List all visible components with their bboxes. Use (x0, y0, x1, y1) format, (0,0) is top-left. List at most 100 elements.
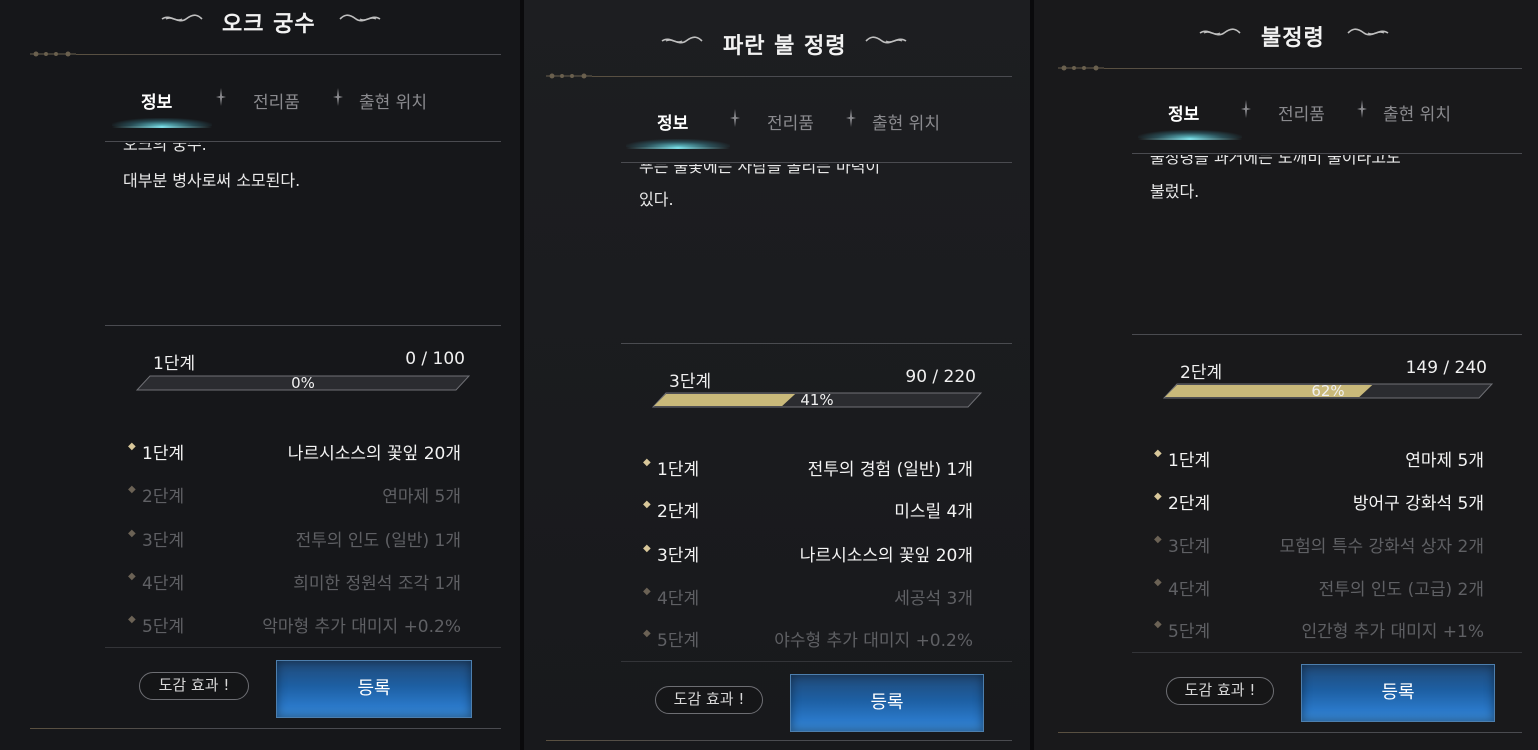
reward-item: 희미한 정원석 조각 1개 (293, 574, 461, 594)
reward-row: ◆ 4단계 세공석 3개 (643, 584, 973, 609)
tab-separator-icon (333, 88, 343, 106)
reward-row: ◆ 5단계 악마형 추가 대미지 +0.2% (128, 612, 461, 637)
reward-stage: 1단계 (142, 444, 185, 464)
reward-row: ◆ 4단계 희미한 정원석 조각 1개 (128, 569, 461, 594)
progress-count: 149 / 240 (1405, 358, 1487, 378)
reward-diamond-icon: ◆ (1154, 577, 1162, 588)
reward-diamond-icon: ◆ (128, 484, 136, 495)
description-clipped-line: 푸는 불꽃에는 사람을 올리는 마력이 (639, 164, 881, 176)
reward-diamond-icon: ◆ (643, 628, 651, 639)
tab-loot[interactable]: 전리품 (767, 109, 814, 134)
reward-row: ◆ 2단계 미스릴 4개 (643, 497, 973, 522)
monster-title: 오크 궁수 (222, 12, 316, 37)
reward-row: ◆ 3단계 모험의 특수 강화석 상자 2개 (1154, 532, 1484, 557)
reward-item: 모험의 특수 강화석 상자 2개 (1279, 537, 1484, 557)
reward-row: ◆ 3단계 나르시소스의 꽃잎 20개 (643, 541, 973, 566)
monster-title: 파란 불 정령 (723, 34, 847, 59)
reward-item: 인간형 추가 대미지 +1% (1301, 622, 1484, 642)
reward-item: 전투의 인도 (고급) 2개 (1318, 580, 1484, 600)
tab-info[interactable]: 정보 (657, 109, 688, 134)
tab-location[interactable]: 출현 위치 (872, 109, 940, 134)
reward-diamond-icon: ◆ (643, 499, 651, 510)
collection-effect-button[interactable]: 도감 효과 ! (655, 686, 763, 714)
header-divider (76, 54, 501, 55)
current-stage: 3단계 (669, 372, 712, 392)
progress-bar: 0% (136, 375, 470, 391)
reward-row: ◆ 5단계 야수형 추가 대미지 +0.2% (643, 626, 973, 651)
reward-stage: 1단계 (657, 460, 700, 480)
reward-stage: 2단계 (1168, 494, 1211, 514)
reward-stage: 2단계 (142, 487, 185, 507)
reward-item: 악마형 추가 대미지 +0.2% (262, 617, 461, 637)
rule-ornament-icon (546, 73, 592, 79)
description-box: 오크의 궁수. 대부분 병사로써 소모된다. (123, 143, 483, 323)
title-ornament-right-icon (339, 14, 381, 22)
reward-stage: 1단계 (1168, 451, 1211, 471)
reward-stage: 4단계 (142, 574, 185, 594)
reward-diamond-icon: ◆ (128, 614, 136, 625)
description-box: 불정령을 과거에는 도깨비 불이라고도 불렀다. (1150, 155, 1510, 331)
reward-row: ◆ 5단계 인간형 추가 대미지 +1% (1154, 617, 1484, 642)
progress-bar: 62% (1163, 383, 1493, 399)
reward-diamond-icon: ◆ (1154, 491, 1162, 502)
reward-item: 나르시소스의 꽃잎 20개 (799, 546, 973, 566)
active-tab-glow (1138, 130, 1242, 138)
register-button[interactable]: 등록 (276, 660, 472, 718)
tab-location[interactable]: 출현 위치 (359, 88, 427, 113)
reward-stage: 5단계 (1168, 622, 1211, 642)
active-tab-glow (626, 139, 730, 147)
register-button-label: 등록 (357, 678, 391, 699)
title-ornament-left-icon (1199, 28, 1241, 36)
register-button[interactable]: 등록 (1301, 664, 1495, 722)
tab-divider (1132, 153, 1522, 154)
current-stage: 1단계 (153, 354, 196, 374)
reward-row: ◆ 1단계 전투의 경험 (일반) 1개 (643, 455, 973, 480)
tab-info[interactable]: 정보 (1168, 100, 1199, 125)
reward-item: 전투의 인도 (일반) 1개 (295, 531, 461, 551)
header-divider (592, 76, 1012, 77)
reward-item: 세공석 3개 (894, 589, 973, 609)
tab-loot[interactable]: 전리품 (253, 88, 300, 113)
tab-separator-icon (1241, 100, 1251, 118)
title-ornament-left-icon (161, 14, 203, 22)
reward-stage: 3단계 (1168, 537, 1211, 557)
reward-diamond-icon: ◆ (643, 457, 651, 468)
collection-effect-button[interactable]: 도감 효과 ! (139, 672, 249, 700)
progress-count: 90 / 220 (905, 367, 976, 387)
reward-stage: 5단계 (657, 631, 700, 651)
tab-divider (105, 141, 501, 142)
collection-effect-button[interactable]: 도감 효과 ! (1166, 677, 1274, 705)
tab-info[interactable]: 정보 (141, 88, 172, 113)
register-button-label: 등록 (1381, 682, 1415, 703)
reward-diamond-icon: ◆ (1154, 448, 1162, 459)
reward-stage: 3단계 (142, 531, 185, 551)
title-ornament-right-icon (1347, 28, 1389, 36)
tab-loot[interactable]: 전리품 (1278, 100, 1325, 125)
progress-percent: 0% (291, 374, 315, 392)
monster-panel-fire-spirit: 불정령 정보 전리품 출현 위치 불정령을 과거에는 도깨비 불이라고도 불렀다… (1034, 0, 1538, 750)
description-clipped-line: 불정령을 과거에는 도깨비 불이라고도 (1150, 155, 1401, 167)
reward-row: ◆ 2단계 방어구 강화석 5개 (1154, 489, 1484, 514)
description-divider (105, 325, 501, 326)
description-text: 불렀다. (1150, 182, 1200, 201)
reward-stage: 4단계 (1168, 580, 1211, 600)
monster-panel-blue-fire-spirit: 파란 불 정령 정보 전리품 출현 위치 푸는 불꽃에는 사람을 올리는 마력이… (524, 0, 1030, 750)
reward-item: 연마제 5개 (382, 487, 461, 507)
tab-separator-icon (1357, 100, 1367, 118)
title-ornament-right-icon (865, 36, 907, 44)
progress-bar: 41% (652, 392, 982, 408)
header-divider (1104, 68, 1522, 69)
reward-item: 야수형 추가 대미지 +0.2% (774, 631, 973, 651)
reward-diamond-icon: ◆ (128, 528, 136, 539)
reward-row: ◆ 3단계 전투의 인도 (일반) 1개 (128, 526, 461, 551)
reward-row: ◆ 1단계 연마제 5개 (1154, 446, 1484, 471)
register-button[interactable]: 등록 (790, 674, 984, 732)
monster-panel-orc-archer: 오크 궁수 정보 전리품 출현 위치 오크의 궁수. 대부분 병사로써 소모된다… (0, 0, 520, 750)
tab-separator-icon (216, 88, 226, 106)
reward-stage: 4단계 (657, 589, 700, 609)
bottom-rule (30, 728, 501, 729)
reward-row: ◆ 4단계 전투의 인도 (고급) 2개 (1154, 575, 1484, 600)
tab-separator-icon (730, 109, 740, 127)
tab-location[interactable]: 출현 위치 (1383, 100, 1451, 125)
description-box: 푸는 불꽃에는 사람을 올리는 마력이 있다. (639, 164, 999, 340)
